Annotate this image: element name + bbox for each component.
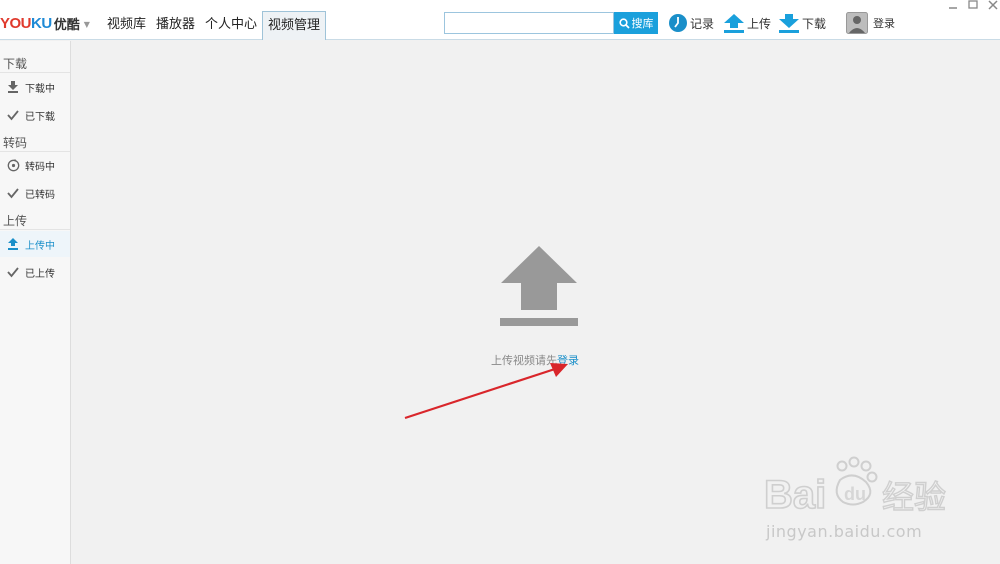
- search-input[interactable]: [444, 12, 614, 34]
- check-icon: [6, 265, 20, 279]
- sidebar: 下载 下载中 已下载 转码 转码中 已转码 上传 上传中 已上传: [0, 41, 71, 564]
- divider: [0, 72, 70, 73]
- sidebar-item-label: 转码中: [25, 161, 55, 173]
- sidebar-item-downloading[interactable]: 下载中: [0, 74, 70, 100]
- check-icon: [6, 186, 20, 200]
- sidebar-item-label: 已转码: [25, 189, 55, 201]
- search-box: 搜库: [444, 12, 658, 34]
- svg-text:经验: 经验: [882, 478, 946, 516]
- upload-icon: [723, 13, 745, 33]
- upload-button[interactable]: 上传: [723, 12, 771, 34]
- maximize-icon[interactable]: [968, 0, 978, 13]
- transcode-icon: [6, 158, 20, 172]
- sidebar-item-label: 已上传: [25, 268, 55, 280]
- divider: [0, 229, 70, 230]
- sidebar-item-label: 下载中: [25, 83, 55, 95]
- top-bar: YOUKU 优酷 ▼ 视频库 播放器 个人中心 视频管理 搜库 记录 上传 下载: [0, 0, 1000, 40]
- history-button[interactable]: 记录: [668, 12, 714, 34]
- download-label: 下载: [802, 16, 827, 31]
- close-icon[interactable]: [988, 0, 998, 13]
- svg-text:Bai: Bai: [764, 473, 826, 517]
- sidebar-item-uploaded[interactable]: 已上传: [0, 259, 70, 285]
- upload-icon: [6, 237, 20, 251]
- avatar-icon: [846, 12, 868, 34]
- sidebar-item-label: 上传中: [25, 240, 55, 252]
- minimize-icon[interactable]: [948, 0, 958, 13]
- download-button[interactable]: 下载: [778, 12, 826, 34]
- section-title-transcode: 转码: [3, 136, 28, 150]
- sidebar-item-label: 已下载: [25, 111, 55, 123]
- section-title-download: 下载: [3, 57, 28, 71]
- tab-player[interactable]: 播放器: [151, 11, 200, 40]
- search-button[interactable]: 搜库: [614, 12, 658, 34]
- upload-label: 上传: [747, 16, 772, 31]
- upload-placeholder-icon: [499, 246, 579, 332]
- sidebar-item-uploading[interactable]: 上传中: [0, 231, 70, 257]
- logo-wordmark: YOUKU: [0, 14, 52, 32]
- clock-icon: [668, 13, 688, 33]
- login-button[interactable]: 登录: [846, 12, 895, 34]
- tab-video-library[interactable]: 视频库: [102, 11, 151, 40]
- sidebar-item-transcoded[interactable]: 已转码: [0, 180, 70, 206]
- download-icon: [6, 80, 20, 94]
- login-label: 登录: [873, 17, 895, 30]
- youku-logo[interactable]: YOUKU 优酷 ▼: [0, 13, 90, 33]
- tab-personal-center[interactable]: 个人中心: [200, 11, 262, 40]
- watermark-url: jingyan.baidu.com: [766, 522, 923, 541]
- chevron-down-icon[interactable]: ▼: [84, 20, 90, 29]
- sidebar-item-downloaded[interactable]: 已下载: [0, 102, 70, 128]
- download-icon: [778, 13, 800, 33]
- tab-video-management[interactable]: 视频管理: [262, 11, 327, 40]
- baidu-watermark-logo: Bai du 经验: [763, 456, 947, 518]
- logo-cn: 优酷: [53, 17, 80, 33]
- search-icon: [618, 17, 630, 29]
- check-icon: [6, 108, 20, 122]
- history-label: 记录: [690, 16, 715, 31]
- search-button-label: 搜库: [631, 18, 654, 30]
- main-nav: 视频库 播放器 个人中心 视频管理: [102, 11, 327, 40]
- annotation-arrow: [404, 363, 568, 420]
- section-title-upload: 上传: [3, 214, 28, 228]
- svg-text:du: du: [844, 484, 866, 504]
- sidebar-item-transcoding[interactable]: 转码中: [0, 152, 70, 178]
